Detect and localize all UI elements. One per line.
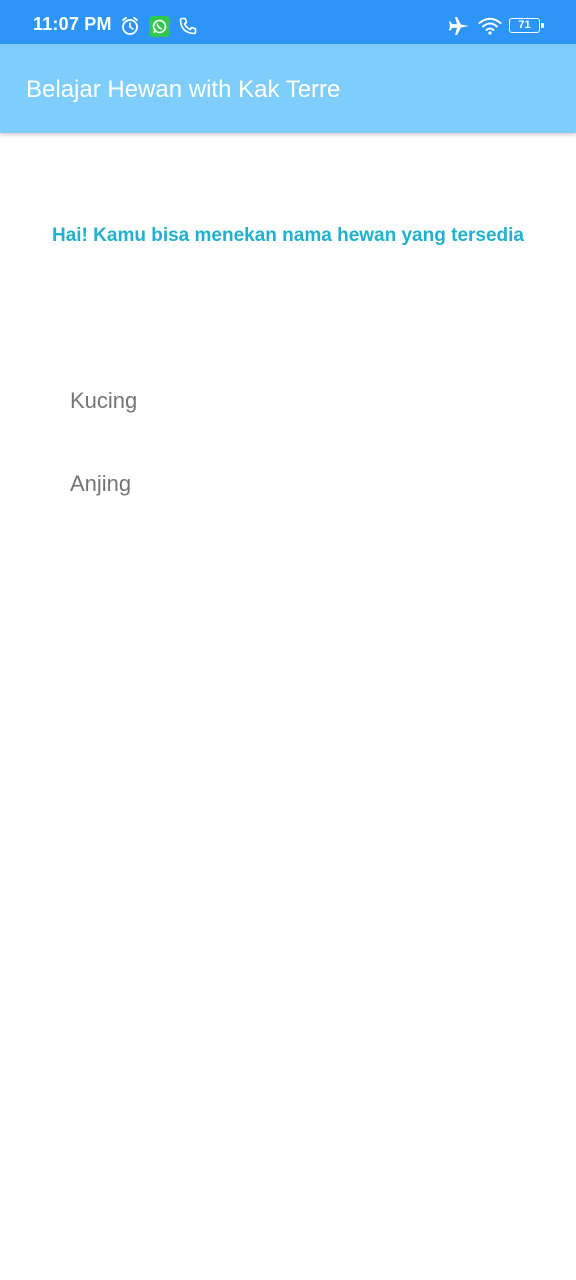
animal-item-kucing[interactable]: Kucing: [0, 366, 576, 449]
battery-icon: 71: [509, 18, 544, 33]
status-time: 11:07 PM: [33, 14, 112, 34]
whatsapp-icon: [149, 16, 170, 42]
animal-list: Kucing Anjing: [0, 366, 576, 532]
app-bar: Belajar Hewan with Kak Terre: [0, 44, 576, 133]
phone-icon: [178, 16, 198, 41]
animal-item-anjing[interactable]: Anjing: [0, 449, 576, 532]
status-bar: 11:07 PM 71: [0, 0, 576, 44]
alarm-icon: [120, 16, 140, 41]
app-title: Belajar Hewan with Kak Terre: [26, 76, 341, 103]
airplane-mode-icon: [448, 16, 470, 41]
greeting-text: Hai! Kamu bisa menekan nama hewan yang t…: [51, 225, 524, 246]
wifi-icon: [478, 17, 502, 40]
battery-level: 71: [518, 19, 531, 31]
